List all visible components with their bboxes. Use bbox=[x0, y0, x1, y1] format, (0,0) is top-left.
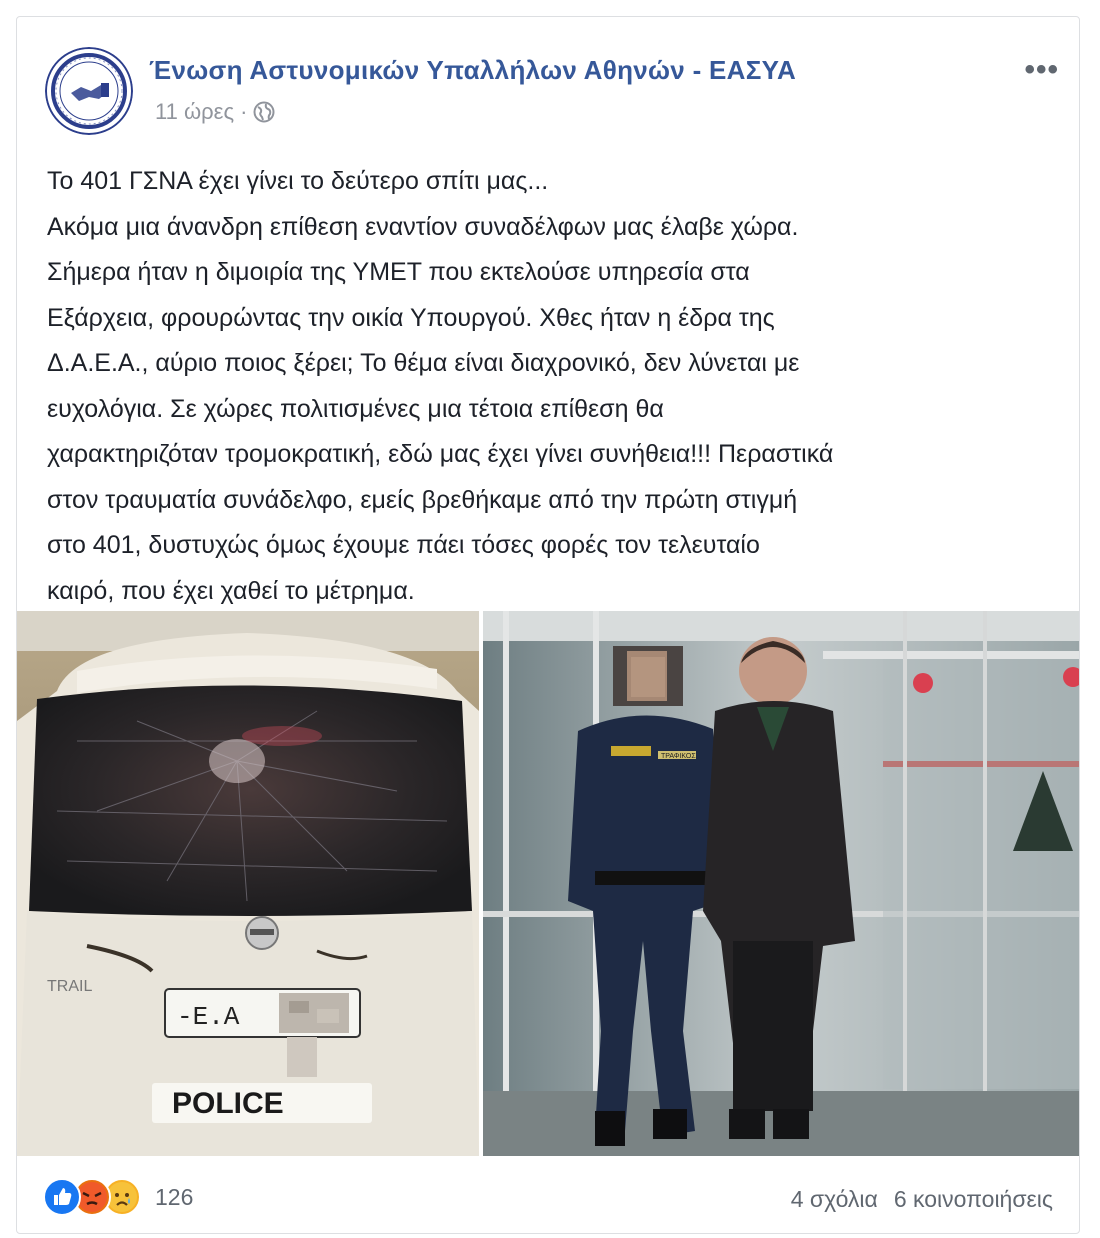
engagement-stats: 4 σχόλια 6 κοινοποιήσεις bbox=[791, 1186, 1053, 1213]
post-line: Ακόμα μια άνανδρη επίθεση εναντίον συναδ… bbox=[47, 212, 799, 241]
reaction-count: 126 bbox=[155, 1183, 194, 1210]
photo-grid: TRAIL -E.A POLICE ΤΡΑΦΙΚΟΣ bbox=[17, 611, 1079, 1156]
license-plate-text: -E.A bbox=[177, 1002, 240, 1032]
name-badge-text: ΤΡΑΦΙΚΟΣ bbox=[661, 753, 696, 760]
police-text: POLICE bbox=[172, 1087, 284, 1120]
post-line: στον τραυματία συνάδελφο, εμείς βρεθήκαμ… bbox=[47, 485, 798, 514]
post-footer: 126 4 σχόλια 6 κοινοποιήσεις bbox=[17, 1156, 1079, 1233]
globe-icon[interactable] bbox=[253, 101, 275, 123]
more-options-icon[interactable]: ••• bbox=[1024, 53, 1059, 87]
meta-separator: · bbox=[240, 99, 248, 124]
comments-link[interactable]: 4 σχόλια bbox=[791, 1186, 878, 1213]
post-line: ευχολόγια. Σε χώρες πολιτισμένες μια τέτ… bbox=[47, 394, 664, 423]
like-icon bbox=[43, 1178, 81, 1216]
photo-officers-hospital[interactable]: ΤΡΑΦΙΚΟΣ bbox=[483, 611, 1079, 1156]
post-line: Το 401 ΓΣΝΑ έχει γίνει το δεύτερο σπίτι … bbox=[47, 167, 549, 195]
post-meta: 11 ώρες · bbox=[155, 99, 275, 125]
post-card: Ένωση Αστυνομικών Υπαλλήλων Αθηνών - ΕΑΣ… bbox=[16, 16, 1080, 1234]
post-line: Δ.Α.Ε.Α., αύριο ποιος ξέρει; Το θέμα είν… bbox=[47, 349, 800, 377]
post-header: Ένωση Αστυνομικών Υπαλλήλων Αθηνών - ΕΑΣ… bbox=[17, 17, 1079, 147]
trail-badge-text: TRAIL bbox=[47, 978, 92, 995]
reactions-summary[interactable]: 126 bbox=[43, 1178, 193, 1216]
shares-link[interactable]: 6 κοινοποιήσεις bbox=[894, 1186, 1053, 1213]
post-body: Το 401 ΓΣΝΑ έχει γίνει το δεύτερο σπίτι … bbox=[47, 159, 1057, 614]
association-logo-icon bbox=[45, 47, 133, 135]
post-line: χαρακτηριζόταν τρομοκρατική, εδώ μας έχε… bbox=[47, 440, 834, 468]
post-line: στο 401, δυστυχώς όμως έχουμε πάει τόσες… bbox=[47, 531, 760, 559]
post-timestamp[interactable]: 11 ώρες bbox=[155, 99, 234, 125]
page-avatar[interactable] bbox=[45, 47, 133, 135]
post-line: Σήμερα ήταν η διμοιρία της ΥΜΕΤ που εκτε… bbox=[47, 258, 750, 286]
page-name-link[interactable]: Ένωση Αστυνομικών Υπαλλήλων Αθηνών - ΕΑΣ… bbox=[149, 55, 796, 86]
post-line: Εξάρχεια, φρουρώντας την οικία Υπουργού.… bbox=[47, 303, 775, 332]
post-line: καιρό, που έχει χαθεί το μέτρημα. bbox=[47, 576, 415, 605]
photo-damaged-police-car[interactable]: TRAIL -E.A POLICE bbox=[17, 611, 479, 1156]
